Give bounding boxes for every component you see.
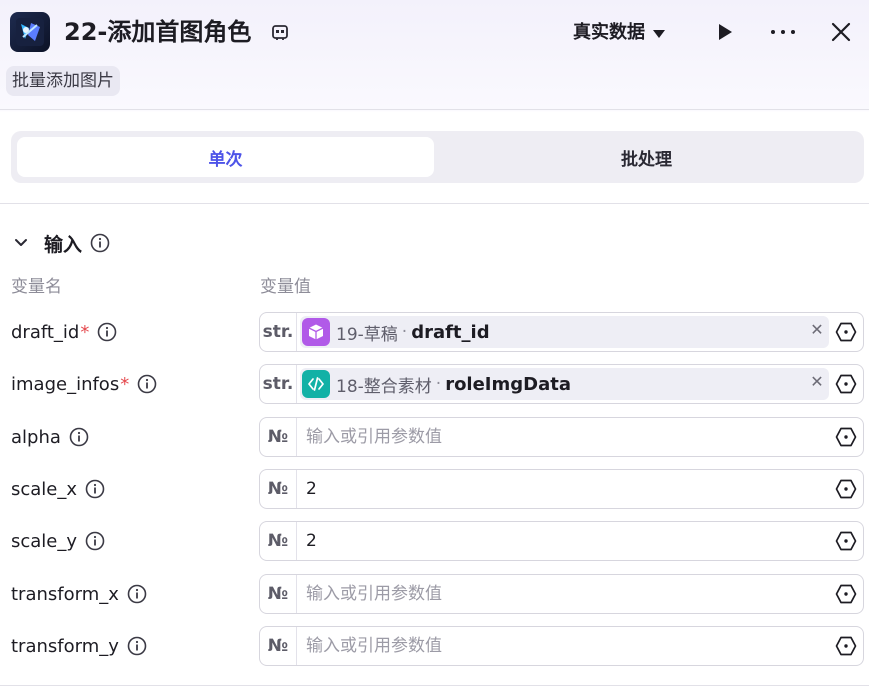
close-icon xyxy=(831,22,851,42)
reference-variable: roleImgData xyxy=(445,373,571,395)
variable-picker-icon[interactable] xyxy=(835,583,857,605)
type-tag: № xyxy=(260,575,297,613)
param-field-scale-x: № xyxy=(259,469,864,509)
info-icon[interactable] xyxy=(137,374,157,394)
param-label-alpha: alpha xyxy=(11,417,89,457)
type-tag: № xyxy=(260,522,297,560)
variable-picker-icon[interactable] xyxy=(835,426,857,448)
more-button[interactable] xyxy=(767,16,799,48)
param-label-scale-x: scale_x xyxy=(11,469,105,509)
param-label-transform-x: transform_x xyxy=(11,574,147,614)
type-tag: str. xyxy=(260,313,297,351)
caret-down-icon xyxy=(653,30,665,38)
reference-node-name: 19-草稿 xyxy=(336,324,398,345)
param-label-transform-y: transform_y xyxy=(11,626,147,666)
tab-single[interactable]: 单次 xyxy=(17,137,434,177)
param-value-input[interactable] xyxy=(306,575,826,613)
chevron-down-icon[interactable] xyxy=(12,234,30,252)
param-name: draft_id xyxy=(11,321,80,343)
clear-reference-icon[interactable]: ✕ xyxy=(807,371,827,391)
node-title[interactable]: 22-添加首图角色 xyxy=(64,14,251,50)
info-icon[interactable] xyxy=(90,233,110,253)
run-button[interactable] xyxy=(708,16,740,48)
column-header-name: 变量名 xyxy=(11,277,62,297)
more-icon xyxy=(771,30,795,34)
tab-batch[interactable]: 批处理 xyxy=(438,137,855,177)
param-label-draft-id: draft_id * xyxy=(11,312,117,352)
section-divider xyxy=(0,203,869,204)
param-name: transform_y xyxy=(11,635,119,657)
param-name: image_infos xyxy=(11,373,120,395)
variable-picker-icon[interactable] xyxy=(835,635,857,657)
node-description: 批量添加图片 xyxy=(6,66,120,96)
param-field-transform-y: № xyxy=(259,626,864,666)
column-header-value: 变量值 xyxy=(260,277,311,297)
param-value-input[interactable] xyxy=(306,418,826,456)
info-icon[interactable] xyxy=(127,584,147,604)
reference-variable: draft_id xyxy=(411,321,490,343)
param-value-input[interactable] xyxy=(306,522,826,560)
info-icon[interactable] xyxy=(85,479,105,499)
cube-icon xyxy=(302,318,330,346)
param-label-image-infos: image_infos * xyxy=(11,364,157,404)
close-button[interactable] xyxy=(825,16,857,48)
variable-picker-icon[interactable] xyxy=(835,478,857,500)
param-name: transform_x xyxy=(11,583,119,605)
app-icon xyxy=(10,12,50,52)
param-name: alpha xyxy=(11,426,61,448)
required-mark: * xyxy=(120,373,130,395)
input-section-header[interactable]: 输入 xyxy=(12,228,110,258)
variable-reference-chip[interactable]: 19-草稿 · draft_id xyxy=(300,316,829,348)
info-icon[interactable] xyxy=(85,531,105,551)
param-label-scale-y: scale_y xyxy=(11,521,105,561)
param-field-scale-y: № xyxy=(259,521,864,561)
info-icon[interactable] xyxy=(69,427,89,447)
param-field-alpha: № xyxy=(259,417,864,457)
variable-picker-icon[interactable] xyxy=(835,321,857,343)
play-icon xyxy=(719,24,732,40)
node-header: 22-添加首图角色 真实数据 批量添加图片 xyxy=(0,0,869,110)
required-mark: * xyxy=(80,321,90,343)
variable-picker-icon[interactable] xyxy=(835,530,857,552)
variable-reference-chip[interactable]: 18-整合素材 · roleImgData xyxy=(300,368,829,400)
bottom-divider xyxy=(0,685,869,686)
param-value-input[interactable] xyxy=(306,627,826,665)
code-icon xyxy=(302,370,330,398)
data-mode-label: 真实数据 xyxy=(573,22,645,43)
data-mode-dropdown[interactable]: 真实数据 xyxy=(573,20,665,46)
param-field-image-infos[interactable]: str. 18-整合素材 · roleImgData ✕ xyxy=(259,364,864,404)
clear-reference-icon[interactable]: ✕ xyxy=(807,319,827,339)
param-field-transform-x: № xyxy=(259,574,864,614)
reference-separator: · xyxy=(401,322,408,342)
info-icon[interactable] xyxy=(97,322,117,342)
param-name: scale_x xyxy=(11,478,78,500)
param-name: scale_y xyxy=(11,530,78,552)
type-tag: № xyxy=(260,470,297,508)
section-title: 输入 xyxy=(44,233,83,256)
info-icon[interactable] xyxy=(127,636,147,656)
run-mode-tabs: 单次 批处理 xyxy=(11,131,864,183)
param-value-input[interactable] xyxy=(306,470,826,508)
type-tag: str. xyxy=(260,365,297,403)
reference-separator: · xyxy=(435,374,442,394)
edit-title-icon[interactable] xyxy=(270,22,290,42)
param-field-draft-id[interactable]: str. 19-草稿 · draft_id ✕ xyxy=(259,312,864,352)
type-tag: № xyxy=(260,418,297,456)
type-tag: № xyxy=(260,627,297,665)
variable-picker-icon[interactable] xyxy=(835,373,857,395)
reference-node-name: 18-整合素材 xyxy=(336,376,432,397)
